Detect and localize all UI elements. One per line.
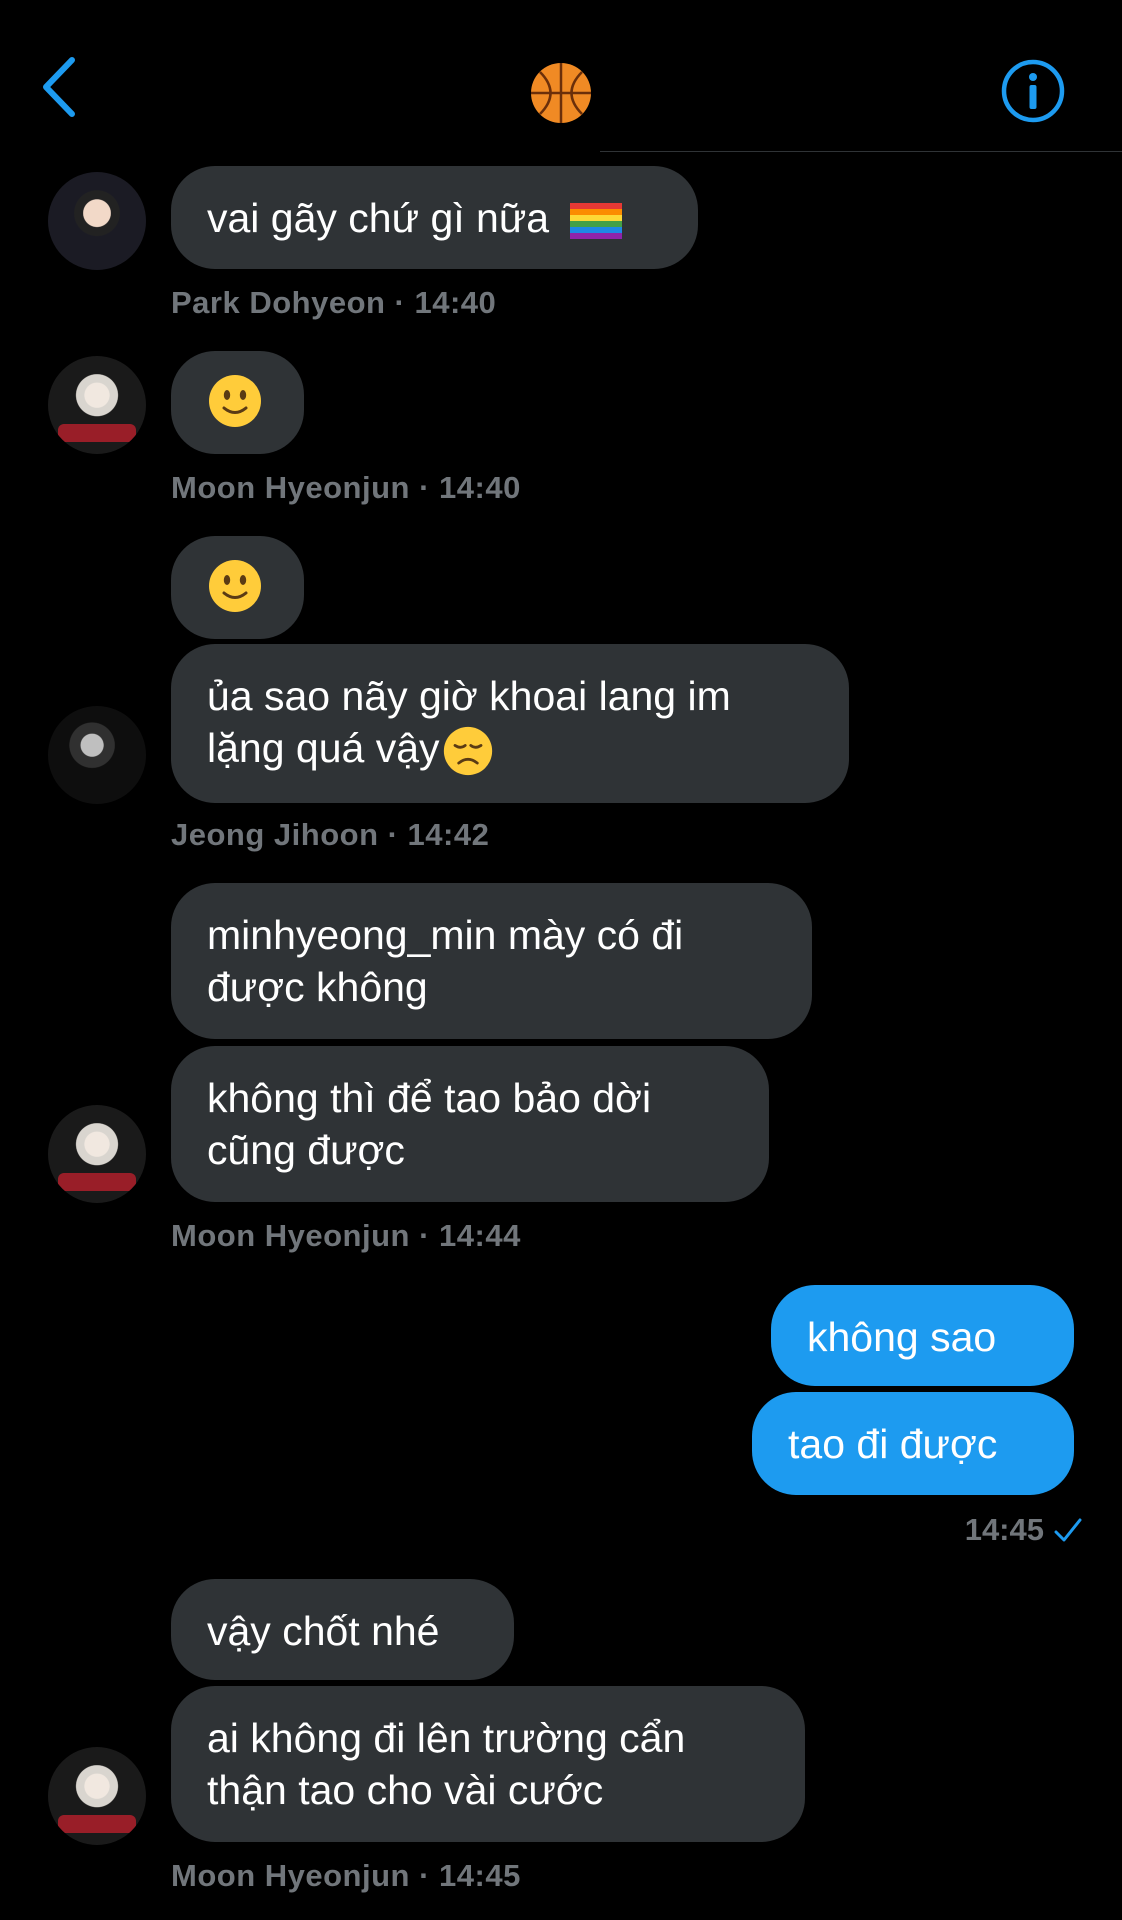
slightly-smiling-face-icon: [209, 375, 261, 427]
chat-header: [0, 0, 1122, 152]
chevron-left-icon[interactable]: [36, 52, 86, 122]
message-text: không thì để tao bảo dời cũng được: [207, 1075, 652, 1173]
header-divider: [600, 151, 1122, 152]
message-text: minhyeong_min mày có đi được không: [207, 912, 684, 1010]
info-icon[interactable]: [1000, 58, 1066, 124]
message-bubble[interactable]: [171, 536, 304, 639]
avatar-moon-hyeonjun[interactable]: [48, 1105, 146, 1203]
message-meta: Moon Hyeonjun · 14:45: [171, 1858, 521, 1893]
message-text: tao đi được: [788, 1421, 998, 1467]
message-meta: Moon Hyeonjun · 14:40: [171, 470, 521, 505]
sent-message-bubble[interactable]: tao đi được: [752, 1392, 1074, 1495]
message-meta: Park Dohyeon · 14:40: [171, 285, 497, 320]
avatar-jeong-jihoon[interactable]: [48, 706, 146, 804]
avatar-park-dohyeon[interactable]: [48, 172, 146, 270]
sent-timestamp: 14:45: [964, 1512, 1044, 1547]
avatar-moon-hyeonjun[interactable]: [48, 356, 146, 454]
message-bubble[interactable]: không thì để tao bảo dời cũng được: [171, 1046, 769, 1202]
avatar-moon-hyeonjun[interactable]: [48, 1747, 146, 1845]
message-text: không sao: [807, 1314, 997, 1360]
slightly-smiling-face-icon: [209, 560, 261, 612]
message-bubble[interactable]: ủa sao nãy giờ khoai lang im lặng quá vậ…: [171, 644, 849, 803]
message-text: vai gãy chứ gì nữa: [207, 195, 550, 241]
message-bubble[interactable]: vậy chốt nhé: [171, 1579, 514, 1680]
message-text: vậy chốt nhé: [207, 1608, 440, 1654]
rainbow-flag-icon: [570, 203, 623, 240]
message-meta: Moon Hyeonjun · 14:44: [171, 1218, 521, 1253]
message-bubble[interactable]: ai không đi lên trường cẩn thận tao cho …: [171, 1686, 805, 1842]
basketball-icon[interactable]: [528, 60, 594, 126]
message-text: ai không đi lên trường cẩn thận tao cho …: [207, 1715, 686, 1813]
checkmark-icon: [1054, 1518, 1082, 1542]
disappointed-face-icon: [443, 727, 492, 776]
message-bubble[interactable]: vai gãy chứ gì nữa: [171, 166, 698, 269]
message-bubble[interactable]: [171, 351, 304, 454]
message-bubble[interactable]: minhyeong_min mày có đi được không: [171, 883, 812, 1039]
message-meta: Jeong Jihoon · 14:42: [171, 817, 490, 852]
sent-message-bubble[interactable]: không sao: [771, 1285, 1074, 1386]
